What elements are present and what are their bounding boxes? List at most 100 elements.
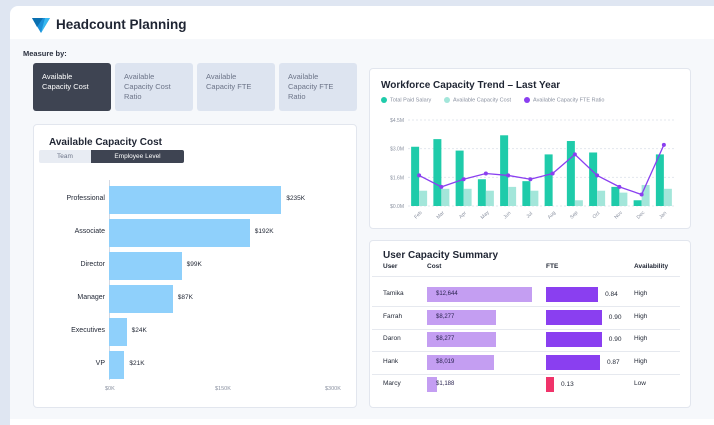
availability-value: High (634, 312, 648, 320)
salary-bar (433, 139, 442, 206)
fte-bar (546, 377, 555, 392)
header-fte: FTE (546, 263, 559, 270)
value-label: $99K (186, 261, 202, 268)
category-label: Professional (66, 195, 105, 202)
salary-bar (633, 200, 642, 206)
fte-value: 0.87 (606, 358, 620, 366)
tab-available-capacity-fte-ratio[interactable]: Available Capacity FTE Ratio (279, 63, 357, 111)
salary-bar (477, 179, 486, 206)
toggle-team[interactable]: Team (39, 150, 91, 163)
fte-value: 0.90 (608, 313, 622, 321)
user-name: Marcy (383, 380, 401, 387)
fte-ratio-point (661, 142, 666, 147)
tab-available-capacity-cost[interactable]: Available Capacity Cost (33, 63, 111, 111)
row-divider (372, 351, 680, 352)
capacity-cost-bar (574, 200, 583, 206)
header-cost: Cost (427, 263, 442, 270)
salary-bar (655, 154, 664, 206)
header-user: User (383, 263, 398, 270)
value-label: $24K (131, 327, 147, 334)
row-divider (372, 328, 680, 330)
capacity-cost-bar (419, 190, 428, 206)
cost-value: $12,644 (436, 291, 458, 297)
x-tick-label: Dec (636, 210, 647, 221)
cost-value: $1,188 (436, 381, 455, 387)
tab-available-capacity-cost-ratio[interactable]: Available Capacity Cost Ratio (115, 63, 193, 111)
header-divider (372, 276, 680, 277)
legend-available-capacity-fte-ratio: Available Capacity FTE Ratio (524, 97, 604, 103)
x-tick-label: Jun (502, 210, 512, 220)
cost-value: $8,277 (436, 336, 455, 342)
value-label: $87K (177, 294, 193, 301)
cost-value: $8,277 (436, 313, 455, 320)
capacity-cost-bar (508, 186, 517, 206)
capacity-trend-chart: $0.0M $1.6M $3.0M $4.5M Feb Mar Apr May Jun Jul Au… (390, 118, 675, 221)
capacity-cost-bar (441, 188, 450, 206)
fte-ratio-point (483, 171, 488, 176)
cost-value: $8,019 (436, 358, 455, 365)
capacity-cost-bar (485, 190, 494, 206)
fte-bar (546, 354, 600, 370)
x-tick-label: Feb (413, 210, 423, 220)
toggle-employee-level[interactable]: Employee Level (91, 150, 184, 163)
x-tick-label: Apr (458, 210, 468, 220)
tab-available-capacity-fte[interactable]: Available Capacity FTE (197, 63, 275, 111)
capacity-trend-title: Workforce Capacity Trend – Last Year (381, 80, 561, 91)
user-name: Tamika (383, 290, 404, 297)
bar (109, 318, 127, 346)
capacity-cost-bar (663, 188, 672, 206)
fte-value: 0.90 (608, 336, 622, 343)
x-tick-label: May (480, 209, 491, 220)
category-label: VP (95, 360, 105, 367)
row-divider (372, 306, 680, 307)
fte-ratio-point (572, 152, 577, 157)
x-tick-label: $150K (215, 386, 231, 392)
capacity-cost-bar (597, 190, 606, 206)
fte-ratio-point (417, 173, 422, 178)
salary-bar (566, 141, 575, 206)
y-tick-label: $0.0M (390, 204, 404, 210)
category-label: Manager (77, 294, 105, 301)
bar (109, 252, 182, 280)
fte-bar (546, 309, 602, 325)
x-tick-label: Aug (547, 210, 558, 221)
bar (109, 186, 282, 214)
value-label: $235K (286, 195, 306, 202)
measure-by-label: Measure by: (23, 49, 67, 58)
salary-bar (611, 186, 620, 206)
y-tick-label: $3.0M (390, 147, 404, 153)
fte-ratio-point (439, 184, 444, 189)
bar (109, 219, 250, 247)
salary-bar (522, 181, 531, 206)
value-label: $21K (129, 360, 145, 367)
fte-ratio-point (461, 177, 466, 182)
x-tick-label: Sep (569, 210, 580, 221)
category-label: Director (80, 261, 105, 268)
summary-title: User Capacity Summary (383, 250, 499, 261)
app-title: Headcount Planning (56, 17, 187, 32)
value-label: $192K (254, 228, 274, 235)
availability-value: Low (634, 380, 646, 387)
x-tick-label: Jul (525, 211, 534, 220)
user-name: Daron (383, 335, 401, 342)
bar (109, 351, 125, 379)
category-label: Executives (71, 327, 105, 334)
fte-ratio-point (506, 173, 511, 178)
salary-bar (544, 154, 553, 206)
availability-value: High (634, 335, 648, 342)
salary-bar (589, 152, 598, 206)
fte-bar (546, 287, 599, 302)
user-name: Farrah (383, 312, 403, 320)
row-divider (372, 373, 680, 375)
legend-label: Total Paid Salary (390, 97, 432, 104)
availability-value: High (634, 357, 648, 365)
fte-ratio-point (617, 184, 622, 189)
x-tick-label: Oct (592, 210, 602, 220)
capacity-cost-bar (619, 192, 628, 206)
fte-bar (546, 332, 602, 347)
header-availability: Availability (634, 263, 669, 270)
capacity-cost-bar (530, 190, 539, 206)
legend-label: Available Capacity Cost (453, 97, 511, 104)
fte-ratio-point (639, 192, 644, 197)
fte-ratio-point (528, 177, 533, 182)
